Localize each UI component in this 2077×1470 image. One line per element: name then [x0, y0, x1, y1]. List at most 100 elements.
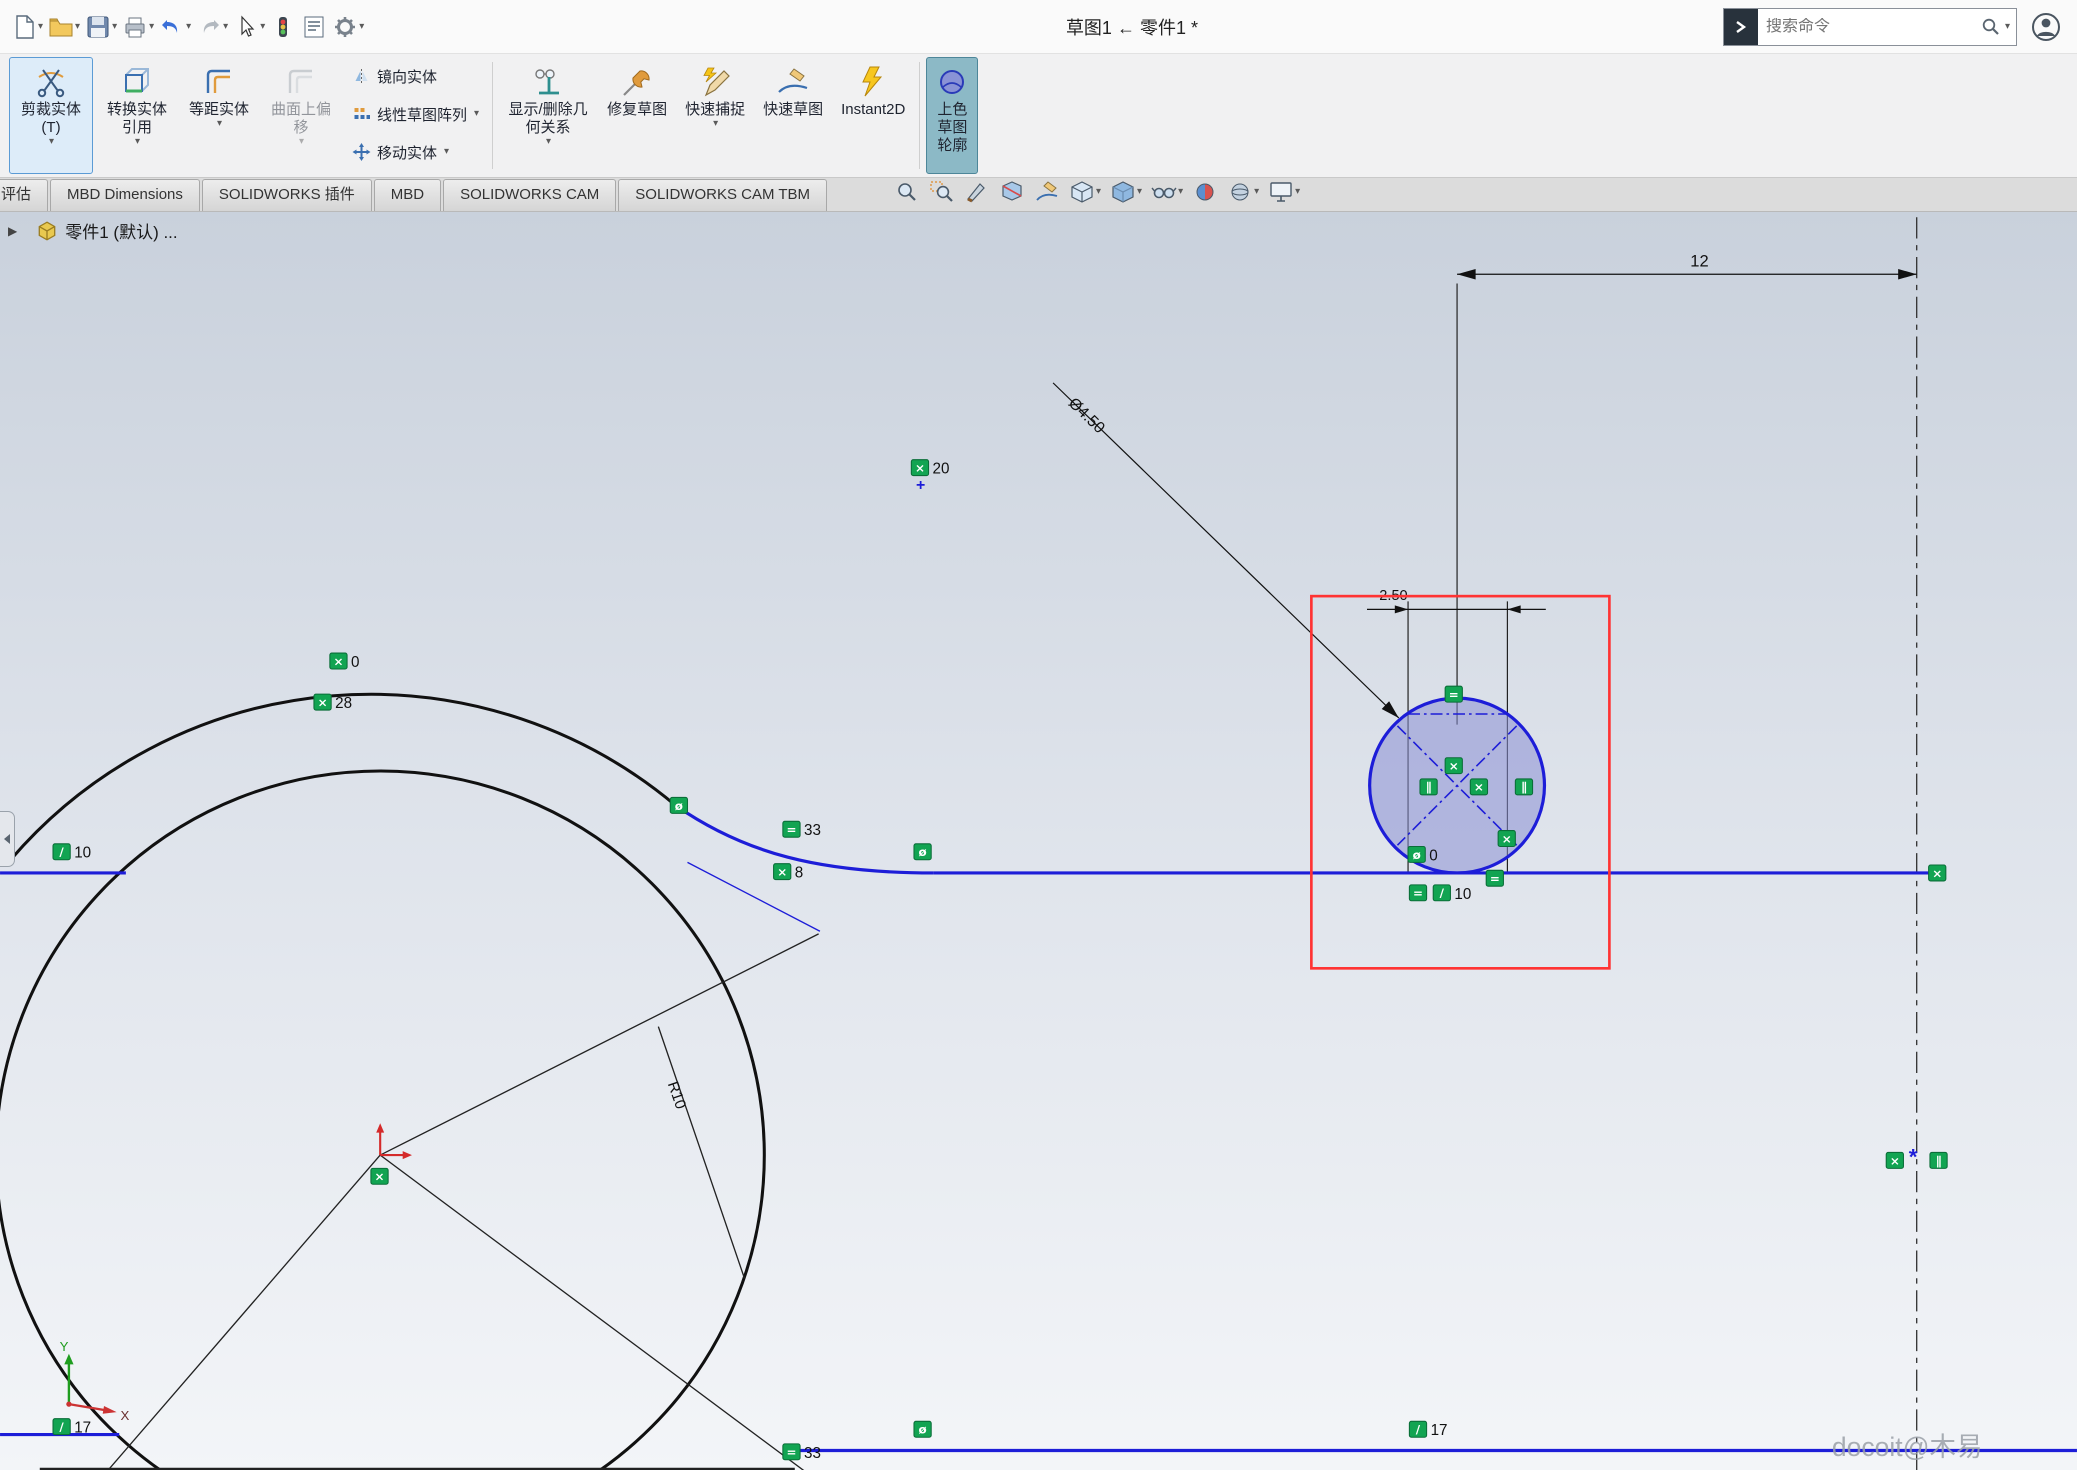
file-properties-button[interactable]: [300, 12, 328, 42]
quick-snaps-button[interactable]: 快速捕捉 ▾: [677, 57, 753, 174]
chevron-down-icon[interactable]: ▾: [135, 137, 140, 147]
dimension-radius-text[interactable]: R10: [664, 1079, 689, 1111]
sketch-outer-arc[interactable]: [11, 694, 676, 859]
tab-mbd-dimensions[interactable]: MBD Dimensions: [50, 179, 200, 211]
tab-solidworks-addins[interactable]: SOLIDWORKS 插件: [202, 179, 372, 211]
chevron-down-icon[interactable]: ▾: [2005, 22, 2010, 32]
sketch-relation-badge[interactable]: ×: [1929, 865, 1946, 881]
tab-evaluate[interactable]: 评估: [0, 179, 48, 211]
sketch-blue-entities[interactable]: [0, 805, 2077, 1450]
sketch-relation-badge[interactable]: *: [1909, 1144, 1918, 1169]
undo-button[interactable]: ▾: [158, 12, 192, 42]
chevron-down-icon[interactable]: ▾: [546, 137, 551, 147]
search-input[interactable]: [1758, 18, 1980, 36]
section-view-button[interactable]: [999, 180, 1025, 204]
sketch-inner-circle[interactable]: [0, 771, 764, 1470]
select-tool-button[interactable]: ▾: [232, 12, 266, 42]
dimension-12[interactable]: 12: [1457, 251, 1917, 724]
zoom-to-area-button[interactable]: [929, 180, 955, 204]
dimension-diameter[interactable]: Ø4.50: [1053, 383, 1399, 718]
sketch-relation-badge[interactable]: ×: [1445, 758, 1462, 774]
chevron-down-icon[interactable]: ▾: [1254, 187, 1259, 197]
tab-solidworks-cam[interactable]: SOLIDWORKS CAM: [443, 179, 616, 211]
login-user-button[interactable]: [2029, 9, 2063, 45]
shaded-sketch-contours-button[interactable]: 上色草图轮廓: [926, 57, 978, 174]
options-button[interactable]: ▾: [331, 12, 365, 42]
chevron-down-icon[interactable]: ▾: [474, 109, 479, 119]
sketch-relation-badge[interactable]: =: [1486, 870, 1503, 886]
chevron-down-icon[interactable]: ▾: [359, 22, 364, 32]
sketch-relation-badge[interactable]: =33: [783, 821, 821, 839]
sketch-relation-badge[interactable]: ×0: [330, 653, 360, 671]
sketch-relation-badge[interactable]: ø: [914, 1421, 931, 1437]
tree-expand-arrow-icon[interactable]: ▶: [8, 224, 17, 238]
chevron-down-icon[interactable]: ▾: [49, 137, 54, 147]
sketch-relation-badge[interactable]: ×: [371, 1168, 388, 1184]
featuremanager-flyout[interactable]: ▶ 零件1 (默认) ...: [8, 218, 178, 243]
sketch-relation-badge[interactable]: =: [1445, 686, 1462, 702]
chevron-down-icon[interactable]: ▾: [1137, 187, 1142, 197]
graphics-area[interactable]: 12 Ø4.50 2.50: [0, 212, 2077, 1470]
chevron-down-icon[interactable]: ▾: [217, 119, 222, 129]
chevron-down-icon[interactable]: ▾: [223, 22, 228, 32]
mirror-entities-button[interactable]: 镜向实体: [346, 57, 485, 95]
sketch-relation-badge[interactable]: /10: [1433, 885, 1471, 903]
linear-sketch-pattern-button[interactable]: 线性草图阵列 ▾: [346, 95, 485, 133]
rebuild-button[interactable]: [269, 12, 297, 42]
sketch-relation-badge[interactable]: ø: [670, 797, 687, 813]
edit-appearance-button[interactable]: [1192, 180, 1218, 204]
sketch-relation-badge[interactable]: ×: [1498, 831, 1515, 847]
sketch-relation-badge[interactable]: /10: [53, 844, 91, 862]
sketch-relation-badge[interactable]: ×: [1470, 779, 1487, 795]
construction-lines[interactable]: [40, 934, 819, 1470]
zoom-to-fit-button[interactable]: [894, 180, 920, 204]
chevron-down-icon[interactable]: ▾: [299, 137, 304, 147]
featuremanager-splitter-tab[interactable]: [0, 811, 15, 867]
view-orientation-button[interactable]: ▾: [1069, 180, 1101, 204]
offset-entities-button[interactable]: 等距实体 ▾: [181, 57, 257, 174]
chevron-down-icon[interactable]: ▾: [186, 22, 191, 32]
tab-mbd[interactable]: MBD: [374, 179, 441, 211]
view-settings-button[interactable]: ▾: [1268, 180, 1300, 204]
chevron-down-icon[interactable]: ▾: [1096, 187, 1101, 197]
quick-sketch-button[interactable]: 快速草图: [755, 57, 831, 174]
apply-scene-button[interactable]: ▾: [1227, 180, 1259, 204]
sketch-relation-badge[interactable]: +: [916, 477, 925, 494]
save-button[interactable]: ▾: [84, 12, 118, 42]
move-entities-button[interactable]: 移动实体 ▾: [346, 133, 485, 171]
tab-solidworks-cam-tbm[interactable]: SOLIDWORKS CAM TBM: [618, 179, 827, 211]
chevron-down-icon[interactable]: ▾: [38, 22, 43, 32]
hide-show-items-button[interactable]: ▾: [1151, 180, 1183, 204]
sketch-relation-badge[interactable]: ∥: [1515, 779, 1532, 795]
chevron-down-icon[interactable]: ▾: [149, 22, 154, 32]
sketch-tool-button[interactable]: [1034, 180, 1060, 204]
sketch-relation-badge[interactable]: ø0: [1408, 846, 1438, 864]
open-document-button[interactable]: ▾: [47, 12, 81, 42]
sketch-relation-badge[interactable]: /17: [1409, 1421, 1447, 1439]
display-delete-relations-button[interactable]: 显示/删除几何关系 ▾: [499, 57, 597, 174]
sketch-relation-badge[interactable]: ø: [914, 844, 931, 860]
chevron-down-icon[interactable]: ▾: [713, 119, 718, 129]
redo-button[interactable]: ▾: [195, 12, 229, 42]
chevron-down-icon[interactable]: ▾: [444, 147, 449, 157]
print-button[interactable]: ▾: [121, 12, 155, 42]
chevron-down-icon[interactable]: ▾: [112, 22, 117, 32]
previous-view-button[interactable]: [964, 180, 990, 204]
command-search-box[interactable]: ▾: [1723, 8, 2017, 46]
sketch-relation-badge[interactable]: =33: [783, 1444, 821, 1462]
display-style-button[interactable]: ▾: [1110, 180, 1142, 204]
chevron-down-icon[interactable]: ▾: [75, 22, 80, 32]
chevron-down-icon[interactable]: ▾: [260, 22, 265, 32]
instant2d-button[interactable]: Instant2D: [833, 57, 913, 174]
sketch-relation-badge[interactable]: ×: [1886, 1152, 1903, 1168]
sketch-relation-badge[interactable]: ∥: [1420, 779, 1437, 795]
convert-entities-button[interactable]: 转换实体引用 ▾: [95, 57, 179, 174]
sketch-relation-badge[interactable]: =: [1409, 885, 1426, 901]
sketch-relation-badge[interactable]: ×8: [774, 864, 804, 882]
search-icon[interactable]: [1980, 16, 2002, 38]
surface-offset-button[interactable]: 曲面上偏移 ▾: [259, 57, 343, 174]
repair-sketch-button[interactable]: 修复草图: [599, 57, 675, 174]
tree-root-label[interactable]: 零件1 (默认) ...: [65, 218, 177, 243]
sketch-relation-badge[interactable]: ×20: [911, 460, 949, 478]
chevron-down-icon[interactable]: ▾: [1295, 187, 1300, 197]
